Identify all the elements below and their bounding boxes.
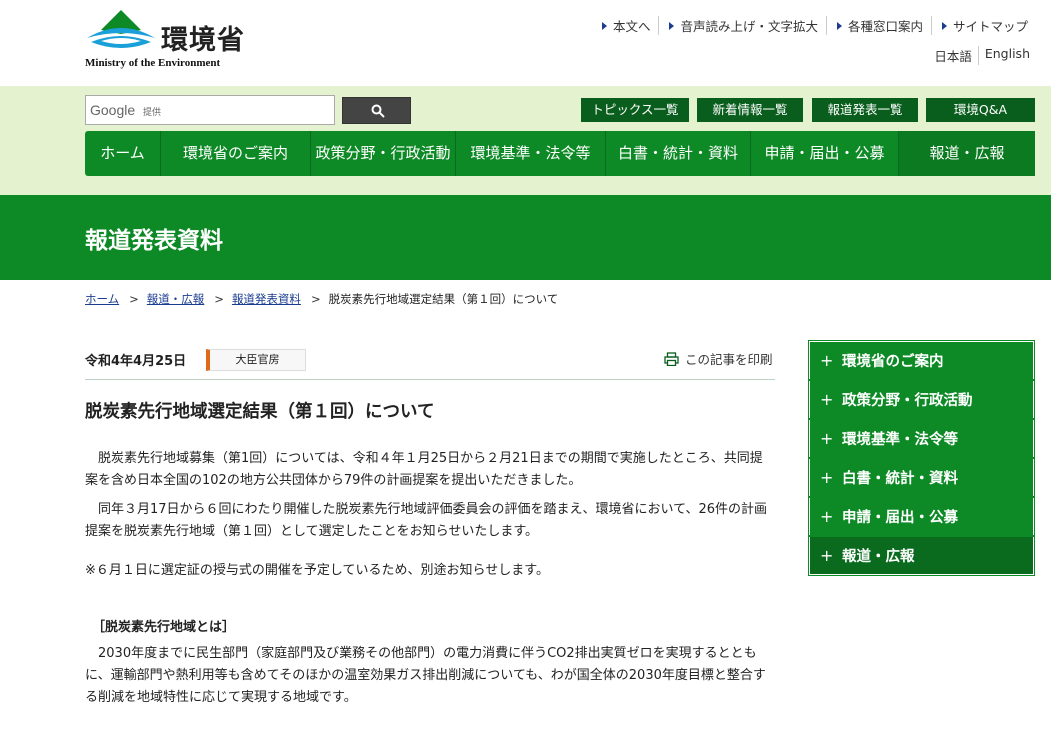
breadcrumb-press-releases[interactable]: 報道発表資料 bbox=[232, 291, 301, 307]
side-item-policy[interactable]: + 政策分野・行政活動 bbox=[808, 379, 1035, 420]
plus-icon: + bbox=[820, 546, 834, 565]
side-item-label: 環境基準・法令等 bbox=[842, 432, 958, 448]
logo-english-text: Ministry of the Environment bbox=[85, 57, 221, 69]
skip-to-content-label: 本文へ bbox=[612, 19, 651, 34]
topics-list-button[interactable]: トピックス一覧 bbox=[581, 98, 689, 122]
language-switcher: 日本語 English bbox=[928, 46, 1036, 65]
side-item-label: 政策分野・行政活動 bbox=[842, 393, 973, 409]
plus-icon: + bbox=[820, 429, 834, 448]
search-icon bbox=[371, 104, 385, 118]
environment-qa-button[interactable]: 環境Q&A bbox=[926, 98, 1035, 122]
article-paragraph-3: 2030年度までに民生部門（家庭部門及び業務その他部門）の電力消費に伴うCO2排… bbox=[85, 646, 766, 705]
article-subheading: ［脱炭素先行地域とは］ bbox=[92, 620, 236, 635]
gnav-whitepaper[interactable]: 白書・統計・資料 bbox=[606, 131, 751, 176]
gnav-press[interactable]: 報道・広報 bbox=[899, 131, 1035, 176]
page-title-band: 報道発表資料 bbox=[0, 195, 1051, 280]
side-item-label: 白書・統計・資料 bbox=[842, 471, 958, 487]
triangle-icon bbox=[836, 22, 842, 30]
contact-label: 各種窓口案内 bbox=[847, 19, 923, 34]
search-button[interactable] bbox=[342, 97, 411, 124]
search-input[interactable]: Google 提供 bbox=[85, 95, 335, 125]
side-item-label: 申請・届出・公募 bbox=[842, 510, 958, 526]
logo-japanese-text: 環境省 bbox=[161, 25, 245, 56]
plus-icon: + bbox=[820, 468, 834, 487]
google-provided-label: 提供 bbox=[143, 108, 162, 118]
gnav-about[interactable]: 環境省のご案内 bbox=[161, 131, 311, 176]
gnav-standards[interactable]: 環境基準・法令等 bbox=[456, 131, 606, 176]
side-item-label: 環境省のご案内 bbox=[842, 354, 944, 370]
utility-links: 本文へ 音声読み上げ・文字拡大 各種窓口案内 サイトマップ bbox=[592, 16, 1036, 35]
print-article-link[interactable]: この記事を印刷 bbox=[664, 349, 773, 368]
department-badge: 大臣官房 bbox=[206, 349, 306, 371]
article-date: 令和4年4月25日 bbox=[85, 354, 187, 369]
ministry-emblem-icon bbox=[87, 10, 155, 48]
gnav-home[interactable]: ホーム bbox=[85, 131, 161, 176]
google-label: Google bbox=[90, 102, 136, 118]
language-japanese[interactable]: 日本語 bbox=[928, 46, 978, 65]
side-item-applications[interactable]: + 申請・届出・公募 bbox=[808, 496, 1035, 537]
article-title: 脱炭素先行地域選定結果（第１回）について bbox=[85, 402, 435, 422]
side-item-label: 報道・広報 bbox=[842, 549, 915, 565]
side-item-about[interactable]: + 環境省のご案内 bbox=[808, 340, 1035, 381]
sitemap-link[interactable]: サイトマップ bbox=[930, 16, 1036, 35]
gnav-policy[interactable]: 政策分野・行政活動 bbox=[311, 131, 456, 176]
new-info-list-button[interactable]: 新着情報一覧 bbox=[697, 98, 803, 122]
side-item-press[interactable]: + 報道・広報 bbox=[808, 535, 1035, 576]
printer-icon bbox=[664, 351, 679, 366]
press-release-list-button[interactable]: 報道発表一覧 bbox=[812, 98, 918, 122]
skip-to-content-link[interactable]: 本文へ bbox=[592, 16, 659, 35]
accessibility-label: 音声読み上げ・文字拡大 bbox=[680, 19, 818, 34]
triangle-icon bbox=[669, 22, 675, 30]
breadcrumb-separator: > bbox=[129, 292, 139, 306]
triangle-icon bbox=[601, 22, 607, 30]
breadcrumb-home[interactable]: ホーム bbox=[85, 291, 119, 307]
breadcrumb: ホーム > 報道・広報 > 報道発表資料 > 脱炭素先行地域選定結果（第１回）に… bbox=[85, 291, 558, 307]
contact-link[interactable]: 各種窓口案内 bbox=[825, 16, 931, 35]
breadcrumb-current: 脱炭素先行地域選定結果（第１回）について bbox=[328, 292, 559, 306]
site-header: 環境省 Ministry of the Environment 本文へ 音声読み… bbox=[0, 0, 1051, 86]
side-item-whitepaper[interactable]: + 白書・統計・資料 bbox=[808, 457, 1035, 498]
language-english[interactable]: English bbox=[977, 46, 1036, 65]
triangle-icon bbox=[941, 22, 947, 30]
plus-icon: + bbox=[820, 507, 834, 526]
site-logo[interactable]: 環境省 Ministry of the Environment bbox=[85, 8, 265, 74]
breadcrumb-press[interactable]: 報道・広報 bbox=[147, 291, 205, 307]
print-label: この記事を印刷 bbox=[685, 352, 773, 367]
article-paragraph-2: 同年３月17日から６回にわたり開催した脱炭素先行地域評価委員会の評価を踏まえ、環… bbox=[85, 502, 768, 539]
gnav-applications[interactable]: 申請・届出・公募 bbox=[751, 131, 899, 176]
side-navigation: + 環境省のご案内 + 政策分野・行政活動 + 環境基準・法令等 + 白書・統計・資料 … bbox=[808, 340, 1035, 576]
breadcrumb-separator: > bbox=[310, 292, 321, 306]
divider bbox=[85, 379, 775, 380]
article-paragraph-1: 脱炭素先行地域募集（第1回）については、令和４年１月25日から２月21日までの期… bbox=[85, 451, 763, 488]
accessibility-link[interactable]: 音声読み上げ・文字拡大 bbox=[658, 16, 826, 35]
sitemap-label: サイトマップ bbox=[952, 19, 1028, 34]
global-navigation: ホーム 環境省のご案内 政策分野・行政活動 環境基準・法令等 白書・統計・資料 … bbox=[85, 131, 1035, 176]
plus-icon: + bbox=[820, 390, 834, 409]
side-item-standards[interactable]: + 環境基準・法令等 bbox=[808, 418, 1035, 459]
breadcrumb-separator: > bbox=[214, 292, 224, 306]
page-title: 報道発表資料 bbox=[85, 228, 223, 254]
plus-icon: + bbox=[820, 351, 834, 370]
article-note: ※６月１日に選定証の授与式の開催を予定しているため、別途お知らせします。 bbox=[85, 563, 549, 578]
